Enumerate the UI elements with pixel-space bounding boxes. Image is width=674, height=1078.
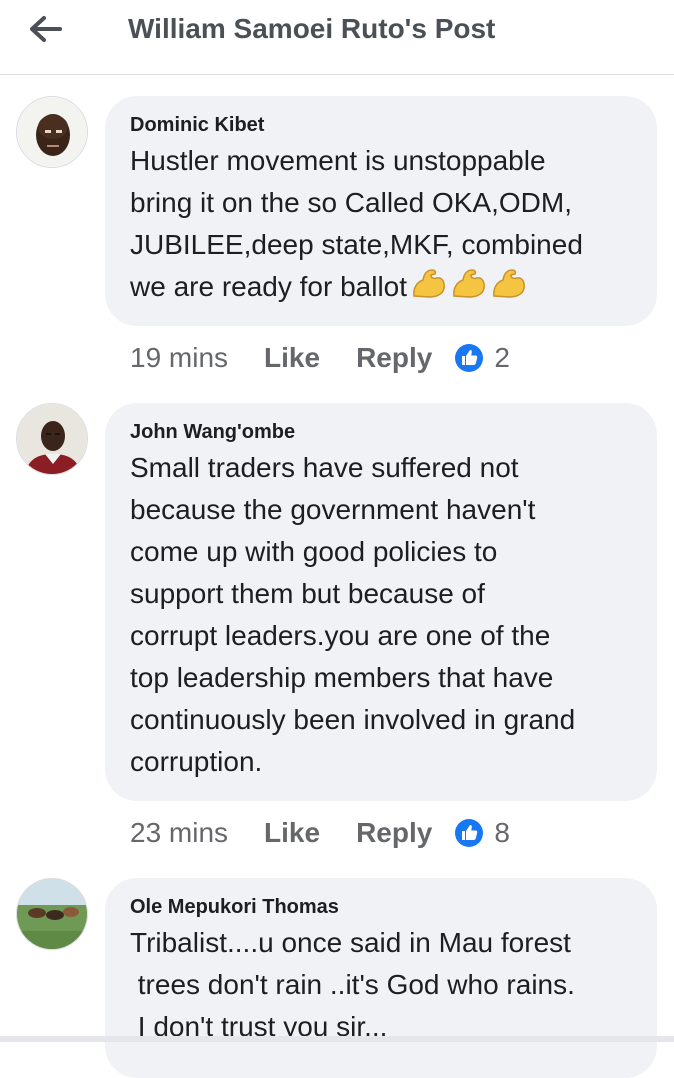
comment-author[interactable]: Ole Mepukori Thomas — [130, 894, 635, 920]
like-button[interactable]: Like — [264, 342, 320, 374]
comment-text: Tribalist....u once said in Mau forest t… — [130, 927, 575, 1042]
flexed-biceps-icon — [451, 266, 487, 300]
flexed-biceps-icon — [491, 266, 527, 300]
avatar[interactable] — [16, 878, 88, 950]
comment-text: Small traders have suffered not because … — [130, 452, 576, 777]
reaction-count[interactable]: 2 — [494, 342, 510, 374]
arrow-left-icon[interactable] — [26, 14, 66, 44]
comment-author[interactable]: Dominic Kibet — [130, 112, 635, 138]
page-title: William Samoei Ruto's Post — [128, 13, 496, 44]
comment-timestamp[interactable]: 23 mins — [130, 817, 228, 849]
comment-timestamp[interactable]: 19 mins — [130, 342, 228, 374]
top-bar: William Samoei Ruto's Post — [0, 0, 674, 75]
comment-actions: 23 mins Like Reply 8 — [130, 813, 510, 853]
thumbs-up-icon[interactable] — [454, 343, 484, 373]
avatar[interactable] — [16, 403, 88, 475]
comment-text: Hustler movement is unstoppable bring it… — [130, 140, 635, 308]
like-button[interactable]: Like — [264, 817, 320, 849]
comment-bubble: John Wang'ombe Small traders have suffer… — [105, 403, 657, 801]
comment-actions: 19 mins Like Reply 2 — [130, 338, 510, 378]
comment-bubble: Dominic Kibet Hustler movement is unstop… — [105, 96, 657, 326]
flexed-biceps-icon — [411, 266, 447, 300]
comment-author[interactable]: John Wang'ombe — [130, 419, 635, 445]
avatar[interactable] — [16, 96, 88, 168]
bottom-divider — [0, 1036, 674, 1042]
reply-button[interactable]: Reply — [356, 817, 432, 849]
reaction-count[interactable]: 8 — [494, 817, 510, 849]
reply-button[interactable]: Reply — [356, 342, 432, 374]
comment-bubble: Ole Mepukori Thomas Tribalist....u once … — [105, 878, 657, 1078]
back-button[interactable] — [26, 14, 66, 44]
thumbs-up-icon[interactable] — [454, 818, 484, 848]
